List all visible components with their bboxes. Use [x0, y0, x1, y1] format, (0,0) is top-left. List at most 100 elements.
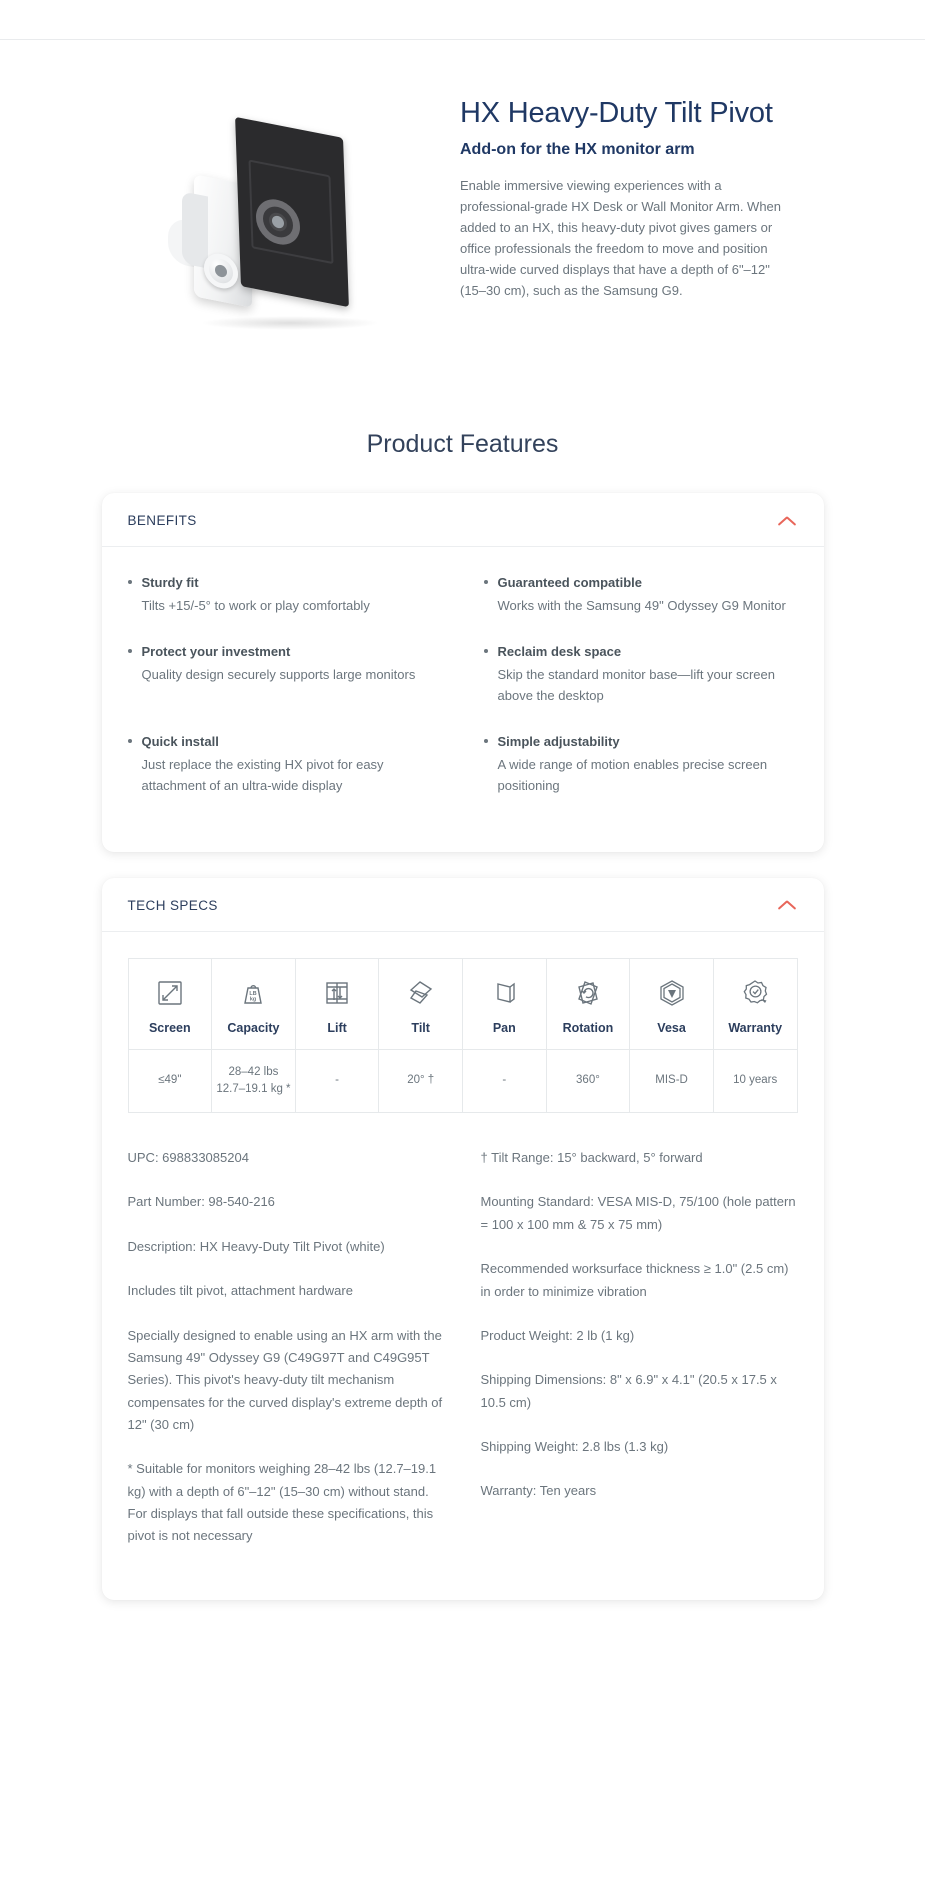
spec-value-warranty: 10 years	[712, 1048, 798, 1114]
spec-details-right-column: † Tilt Range: 15° backward, 5° forward M…	[481, 1147, 798, 1570]
detail-line: Recommended worksurface thickness ≥ 1.0"…	[480, 1261, 789, 1299]
tilt-icon	[381, 975, 460, 1011]
weight-icon: LB kg	[214, 975, 293, 1011]
list-item: Sturdy fit Tilts +15/-5° to work or play…	[127, 573, 442, 616]
detail-line: † Tilt Range: 15° backward, 5° forward	[480, 1150, 703, 1166]
benefits-card: BENEFITS Sturdy fit Tilts +15/-5° to wor…	[101, 493, 824, 852]
tilt-pivot-illustration	[160, 116, 410, 338]
product-page: HX Heavy-Duty Tilt Pivot Add-on for the …	[0, 0, 925, 1656]
benefit-description: Skip the standard monitor base—lift your…	[497, 666, 775, 703]
benefit-description: Just replace the existing HX pivot for e…	[141, 756, 384, 793]
bullet-icon	[127, 573, 142, 616]
spec-column-label: Pan	[492, 1020, 516, 1035]
benefit-title: Quick install	[141, 733, 219, 749]
spec-column-label: Tilt	[411, 1020, 430, 1035]
spec-value-lift: -	[294, 1048, 380, 1114]
list-item: Protect your investment Quality design s…	[127, 642, 442, 706]
rotation-icon	[549, 975, 628, 1011]
page-subtitle: Add-on for the HX monitor arm	[460, 140, 695, 158]
tech-specs-title: TECH SPECS	[127, 897, 218, 913]
bullet-icon	[127, 642, 142, 706]
detail-line: Warranty: Ten years	[480, 1483, 597, 1499]
bullet-icon	[483, 573, 498, 616]
pan-icon	[465, 975, 544, 1011]
detail-line: Part Number: 98-540-216	[127, 1194, 275, 1210]
spec-column-rotation: Rotation	[545, 957, 631, 1050]
tech-specs-accordion-header[interactable]: TECH SPECS	[101, 878, 824, 932]
spec-details: UPC: 698833085204 Part Number: 98-540-21…	[128, 1147, 798, 1570]
bullet-icon	[483, 642, 498, 706]
benefits-grid: Sturdy fit Tilts +15/-5° to work or play…	[127, 573, 798, 822]
spec-column-label: Screen	[148, 1020, 191, 1035]
spec-value-capacity: 28–42 lbs 12.7–19.1 kg *	[211, 1048, 296, 1114]
benefit-description: Tilts +15/-5° to work or play comfortabl…	[141, 597, 370, 613]
detail-line: Shipping Weight: 2.8 lbs (1.3 kg)	[480, 1439, 669, 1454]
spec-value-tilt: 20° †	[378, 1048, 463, 1114]
benefit-title: Reclaim desk space	[497, 643, 622, 659]
hero-section: HX Heavy-Duty Tilt Pivot Add-on for the …	[0, 40, 925, 370]
vesa-icon	[632, 975, 711, 1011]
spec-column-label: Vesa	[657, 1020, 686, 1035]
detail-line: UPC: 698833085204	[127, 1150, 249, 1166]
spec-value-pan: -	[462, 1048, 547, 1114]
spec-column-label: Capacity	[227, 1020, 280, 1035]
spec-column-pan: Pan	[462, 957, 547, 1050]
chevron-up-icon[interactable]	[778, 515, 798, 527]
benefit-title: Guaranteed compatible	[497, 575, 642, 590]
detail-line: Product Weight: 2 lb (1 kg)	[480, 1327, 635, 1343]
benefit-description: Quality design securely supports large m…	[141, 666, 416, 682]
spec-column-vesa: Vesa	[629, 957, 714, 1050]
spec-value-vesa: MIS-D	[629, 1048, 714, 1114]
benefits-title: BENEFITS	[127, 513, 197, 528]
svg-text:kg: kg	[250, 996, 256, 1002]
spec-value-screen: ≤49"	[127, 1048, 213, 1114]
detail-line: Shipping Dimensions: 8" x 6.9" x 4.1" (2…	[480, 1372, 777, 1410]
list-item: Simple adjustability A wide range of mot…	[483, 732, 798, 796]
spec-column-label: Lift	[327, 1020, 347, 1035]
product-body-edge	[182, 191, 208, 269]
benefits-accordion-header[interactable]: BENEFITS	[101, 493, 824, 547]
spec-column-warranty: Warranty	[712, 957, 798, 1050]
list-item: Guaranteed compatible Works with the Sam…	[483, 573, 798, 616]
bullet-icon	[483, 732, 498, 796]
spec-column-capacity: LB kg Capacity	[211, 957, 296, 1050]
bullet-icon	[127, 732, 142, 796]
spec-column-screen: Screen	[127, 957, 213, 1050]
benefit-title: Sturdy fit	[141, 575, 199, 590]
page-title: HX Heavy-Duty Tilt Pivot	[460, 97, 773, 129]
benefit-title: Simple adjustability	[497, 733, 620, 749]
spec-table-header-row: Screen LB kg Capacity Lift Tilt Pan Rota…	[127, 957, 798, 1050]
hero-copy: HX Heavy-Duty Tilt Pivot Add-on for the …	[460, 78, 820, 301]
spec-details-left-column: UPC: 698833085204 Part Number: 98-540-21…	[128, 1147, 445, 1570]
spec-column-tilt: Tilt	[378, 957, 463, 1050]
detail-line: Description: HX Heavy-Duty Tilt Pivot (w…	[127, 1238, 385, 1254]
page-footer-spacer	[0, 1626, 925, 1656]
product-description: Enable immersive viewing experiences wit…	[460, 177, 782, 299]
screen-diagonal-icon	[131, 975, 210, 1011]
benefit-description: Works with the Samsung 49" Odyssey G9 Mo…	[497, 597, 786, 613]
product-features-heading: Product Features	[366, 430, 559, 458]
product-image	[0, 78, 460, 348]
list-item: Quick install Just replace the existing …	[127, 732, 442, 796]
warranty-badge-icon	[716, 975, 795, 1011]
detail-line: Mounting Standard: VESA MIS-D, 75/100 (h…	[480, 1194, 796, 1232]
spec-column-lift: Lift	[294, 957, 380, 1050]
list-item: Reclaim desk space Skip the standard mon…	[483, 642, 798, 706]
benefits-body: Sturdy fit Tilts +15/-5° to work or play…	[102, 547, 824, 852]
chevron-up-icon[interactable]	[778, 899, 798, 911]
detail-line: Specially designed to enable using an HX…	[127, 1327, 443, 1432]
spec-value-rotation: 360°	[545, 1048, 631, 1114]
tech-specs-body: Screen LB kg Capacity Lift Tilt Pan Rota…	[102, 932, 824, 1600]
spec-column-label: Rotation	[562, 1020, 614, 1035]
product-shadow	[200, 316, 380, 330]
table-row: ≤49" 28–42 lbs 12.7–19.1 kg * - 20° † - …	[127, 1048, 798, 1114]
benefit-title: Protect your investment	[141, 643, 291, 659]
detail-line: * Suitable for monitors weighing 28–42 l…	[127, 1461, 437, 1544]
tech-specs-card: TECH SPECS Screen LB kg Capacity Lift Ti…	[101, 877, 824, 1600]
benefit-description: A wide range of motion enables precise s…	[497, 756, 768, 793]
spec-column-label: Warranty	[728, 1020, 783, 1035]
detail-line: Includes tilt pivot, attachment hardware	[127, 1283, 353, 1299]
lift-icon	[298, 975, 377, 1011]
spec-table: Screen LB kg Capacity Lift Tilt Pan Rota…	[127, 957, 798, 1114]
top-bar	[0, 0, 925, 40]
